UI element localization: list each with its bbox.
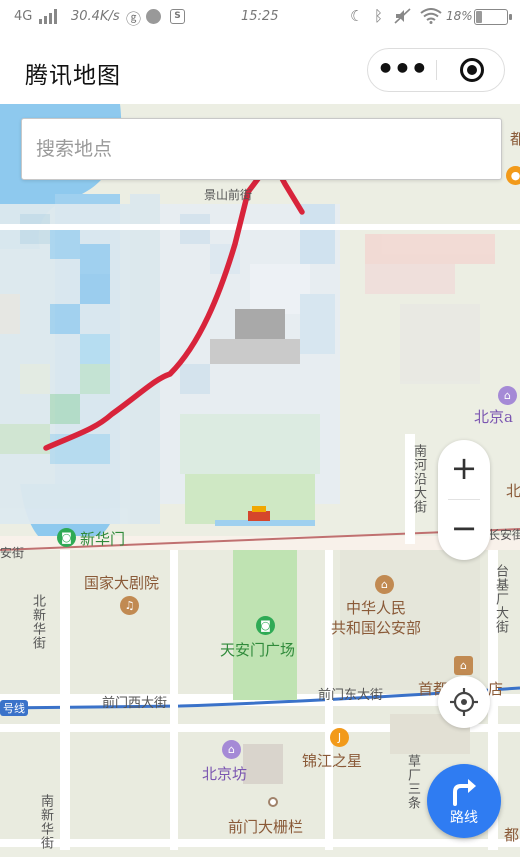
subway-line-tag: 号线 [0,700,28,716]
road-label-changan-left: 安街 [0,546,25,560]
crosshair-icon [450,688,478,716]
close-target-icon [460,58,484,82]
more-menu-button[interactable]: ••• [368,49,436,91]
poi-square-icon: ◙ [256,616,275,635]
road-label-qianmen-west: 前门西大街 [102,696,168,711]
search-box[interactable] [21,118,502,180]
close-mini-program-button[interactable] [437,49,505,91]
app-notification-icon [146,9,161,24]
route-label: 路线 [450,810,478,826]
poi-jinjiang-icon: J [330,728,349,747]
network-speed: 30.4K/s [71,9,120,24]
road-label-taijichang: 台基厂大街 [493,564,508,634]
poi-edge-icon: ● [506,166,520,185]
road-label-caochang: 草厂三条 [405,754,420,810]
map-label-ministry: 中华人民 共和国公安部 [331,599,422,637]
search-input[interactable] [36,119,486,179]
road-label-jingshan: 景山前街 [204,188,253,202]
locate-button[interactable] [438,676,490,728]
poi-beijing-fang-icon: ⌂ [222,740,241,759]
network-type: 4G [14,9,33,24]
map-label-xinhuamen: 新华门 [80,530,126,548]
poi-ministry-icon: ⌂ [375,575,394,594]
battery-level-fill [476,11,482,23]
s-notification-icon: S [170,9,185,24]
page-title: 腾讯地图 [25,63,121,89]
turn-right-arrow-icon [453,779,476,806]
map-label-edge-bottom: 都 [504,826,520,844]
poi-dashilan-marker [268,797,278,807]
poi-hotel-icon: ⌂ [454,656,473,675]
zoom-in-button[interactable]: + [438,440,490,498]
moon-icon: ☾ [350,7,364,25]
app-screen: 4G 30.4K/s ⓖ S 15:25 ☾ ᛒ 18% 腾讯地图 ••• 景山… [0,0,520,857]
map-label-edge-top: 都 [510,130,520,148]
map-label-beijing-a: 北京a [474,408,513,426]
zoom-control: + − [438,440,490,560]
mini-program-header: 腾讯地图 ••• [0,34,520,104]
road-label-beixinhua: 北新华街 [30,594,45,650]
road-label-qianmen-east: 前门东大街 [318,688,384,703]
route-button[interactable]: 路线 [427,764,501,838]
poi-xinhuamen-icon: ◙ [57,528,76,547]
road-label-nanheyan: 南河沿大街 [411,444,426,514]
map-label-edge-mid: 北 [506,482,520,500]
battery-percent: 18% [446,9,473,23]
battery-icon [474,9,512,25]
poi-theatre-icon: ♫ [120,596,139,615]
clock: 15:25 [241,9,279,24]
weibo-notification-icon: ⓖ [126,10,142,28]
zoom-out-button[interactable]: − [438,500,490,558]
map-label-national-theatre: 国家大剧院 [84,574,160,592]
road-label-nanxinhua: 南新华街 [38,794,53,850]
map-label-qianmen-dashilan: 前门大栅栏 [228,818,304,836]
mini-program-capsule: ••• [367,48,505,92]
status-bar: 4G 30.4K/s ⓖ S 15:25 ☾ ᛒ 18% [0,0,520,34]
poi-beijing-a-icon: ⌂ [498,386,517,405]
map-label-beijing-fang: 北京坊 [202,765,248,783]
road-label-changan-right: 长安街 [488,528,520,542]
bluetooth-icon: ᛒ [374,7,384,25]
map-label-hotel-suffix: 店 [488,680,504,698]
wifi-icon [420,8,442,24]
signal-icon [39,9,57,24]
map-label-jinjiang: 锦江之星 [302,752,363,770]
map-label-tiananmen-square: 天安门广场 [220,641,296,659]
mute-icon [394,8,411,24]
